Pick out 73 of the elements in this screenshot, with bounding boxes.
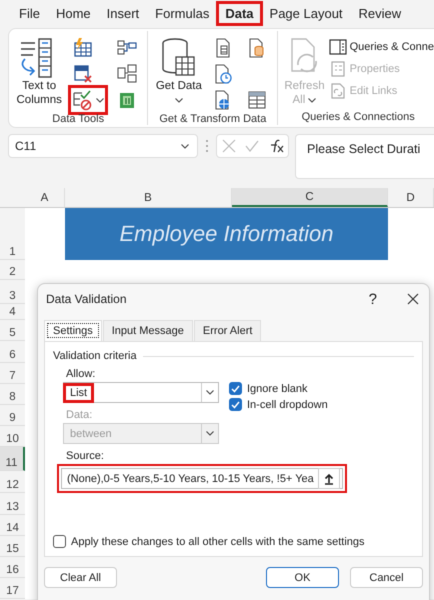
menu-tab[interactable]: Home xyxy=(48,3,98,24)
menu-tab[interactable]: File xyxy=(12,3,47,24)
checkbox-label: Ignore blank xyxy=(247,382,308,394)
caret-icon xyxy=(174,98,183,103)
dialog-tab[interactable]: Input Message xyxy=(102,320,193,341)
queries-pane-icon xyxy=(328,39,347,55)
column-header[interactable]: C xyxy=(232,188,388,207)
ribbon-button[interactable]: Text to Columns xyxy=(13,35,66,113)
dialog-tab[interactable]: Settings xyxy=(44,320,102,341)
relationships-icon xyxy=(116,63,138,85)
row-header[interactable]: 6 xyxy=(0,341,25,363)
row-header[interactable]: 15 xyxy=(0,536,25,557)
group-label: Get & Transform Data xyxy=(158,113,268,125)
row-header[interactable]: 4 xyxy=(0,304,25,320)
row-header[interactable]: 12 xyxy=(0,471,25,493)
column-header[interactable]: D xyxy=(388,188,434,207)
upload-icon xyxy=(324,472,334,484)
row-header[interactable]: 17 xyxy=(0,578,25,599)
row-header[interactable]: 3 xyxy=(0,280,25,304)
checkbox[interactable] xyxy=(229,398,242,411)
dialog-button[interactable]: OK xyxy=(266,567,339,588)
allow-dropdown[interactable]: List xyxy=(63,382,219,403)
checkbox[interactable] xyxy=(53,535,66,548)
caret-icon xyxy=(206,431,214,436)
formula-field[interactable]: Please Select Durati xyxy=(295,134,434,179)
properties-icon xyxy=(328,61,347,77)
flash-fill-icon xyxy=(72,37,94,59)
check-icon[interactable] xyxy=(244,140,258,152)
edit-links-icon xyxy=(328,83,347,99)
ribbon-button[interactable]: Queries & Conne xyxy=(328,39,434,55)
caret-icon xyxy=(206,390,214,395)
row-header[interactable]: 7 xyxy=(0,363,25,384)
checkbox-label: In-cell dropdown xyxy=(247,398,328,410)
name-box[interactable]: C11 xyxy=(8,134,198,158)
collapse-button[interactable] xyxy=(318,468,340,489)
row-header[interactable]: 13 xyxy=(0,493,25,515)
row-header[interactable]: 5 xyxy=(0,320,25,341)
title-banner: Employee Information xyxy=(65,208,388,260)
dialog-title: Data Validation xyxy=(46,292,128,306)
ribbon-button[interactable]: Get Data xyxy=(152,35,206,113)
source-field[interactable]: (None),0-5 Years,5-10 Years, 10-15 Years, !5+ Yea xyxy=(61,468,343,489)
caret-icon xyxy=(181,144,189,148)
group-label: Queries & Connections xyxy=(300,111,416,123)
help-button[interactable]: ? xyxy=(368,290,377,308)
row-header[interactable]: 8 xyxy=(0,384,25,405)
menu-tab[interactable]: Review xyxy=(352,3,408,24)
group-label: Data Tools xyxy=(51,113,106,125)
menu-tab[interactable]: Page Layout xyxy=(262,3,350,24)
remove-duplicates-icon xyxy=(72,63,94,85)
ribbon-icon-button[interactable] xyxy=(70,87,106,113)
row-header[interactable]: 11 xyxy=(0,447,25,471)
column-header[interactable]: A xyxy=(25,188,65,207)
section-label: Validation criteria xyxy=(53,350,137,362)
field-label: Data: xyxy=(66,409,94,421)
checkbox-label: Apply these changes to all other cells with the same settings xyxy=(71,536,364,548)
row-header[interactable]: 14 xyxy=(0,515,25,536)
menu-tab[interactable]: Insert xyxy=(100,3,146,24)
caret-icon xyxy=(308,98,316,103)
dialog-button[interactable]: Clear All xyxy=(44,567,117,588)
row-header[interactable]: 9 xyxy=(0,405,25,426)
field-label: Allow: xyxy=(66,368,96,380)
menu-tab[interactable]: Formulas xyxy=(148,3,216,24)
close-icon[interactable] xyxy=(407,293,419,305)
dialog-tab[interactable]: Error Alert xyxy=(194,320,262,341)
table-icon xyxy=(246,89,268,111)
field-label: Source: xyxy=(66,450,105,462)
row-header[interactable]: 2 xyxy=(0,260,25,280)
caret-icon xyxy=(96,98,104,102)
dialog-button[interactable]: Cancel xyxy=(350,567,423,588)
menu-tab[interactable]: Data xyxy=(218,3,261,24)
row-header[interactable]: 16 xyxy=(0,557,25,578)
checkbox[interactable] xyxy=(229,382,242,395)
row-header[interactable]: 1 xyxy=(0,208,25,260)
